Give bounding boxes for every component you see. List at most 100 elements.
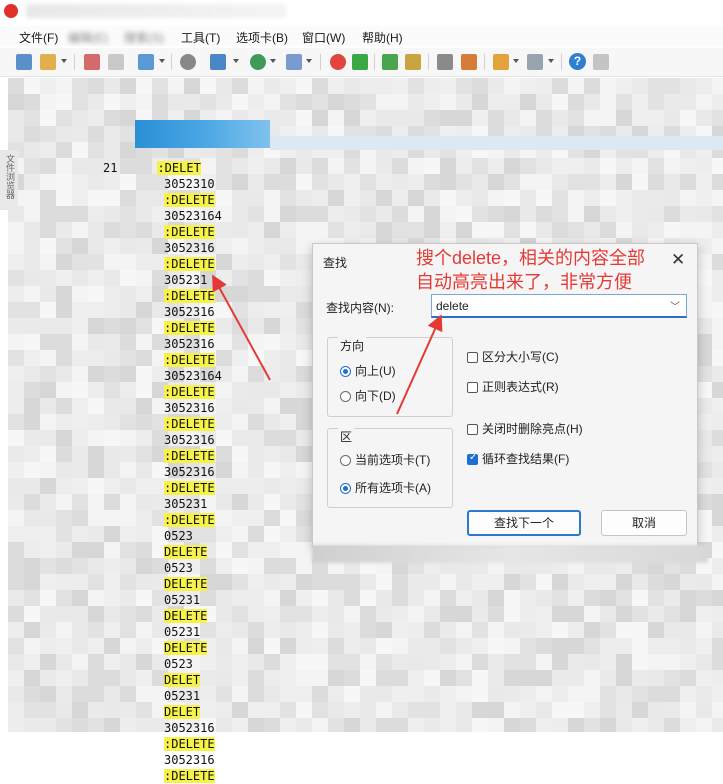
mosaic-tile [136, 414, 152, 430]
mosaic-tile [712, 574, 723, 590]
chevron-down-icon[interactable]: ﹀ [670, 298, 680, 313]
find-icon[interactable] [180, 54, 196, 70]
replace-icon[interactable] [210, 54, 226, 70]
mosaic-tile [648, 590, 664, 606]
mosaic-tile [24, 718, 40, 732]
mosaic-tile [504, 158, 520, 174]
plugin-icon[interactable] [352, 54, 368, 70]
mosaic-tile [40, 446, 56, 462]
comment-icon[interactable] [593, 54, 609, 70]
menu-file[interactable]: 文件(F) [19, 29, 58, 46]
mosaic-tile [120, 478, 136, 494]
mosaic-tile [376, 78, 392, 94]
mosaic-tile [56, 238, 72, 254]
mosaic-tile [40, 686, 56, 702]
mosaic-tile [680, 638, 696, 654]
globe-icon[interactable] [250, 54, 266, 70]
mosaic-tile [264, 686, 280, 702]
mosaic-tile [296, 654, 312, 670]
checkbox-match-case[interactable]: 区分大小写(C) [467, 348, 559, 365]
radio-direction-down[interactable]: 向下(D) [340, 387, 396, 404]
mosaic-tile [280, 318, 296, 334]
mosaic-tile [472, 606, 488, 622]
mosaic-tile [120, 126, 136, 142]
keyboard-icon[interactable] [437, 54, 453, 70]
mosaic-tile [72, 446, 88, 462]
save-icon[interactable] [84, 54, 100, 70]
find-input[interactable]: delete ﹀ [431, 294, 687, 318]
mosaic-tile [200, 670, 216, 686]
mosaic-tile [648, 670, 664, 686]
annotation-line-2: 自动高亮出来了，非常方便 [416, 272, 632, 292]
layout-icon[interactable] [527, 54, 543, 70]
mosaic-tile [264, 158, 280, 174]
mosaic-tile [456, 622, 472, 638]
mosaic-tile [136, 654, 152, 670]
mosaic-tile [248, 446, 264, 462]
active-tab-blurred[interactable] [135, 120, 270, 148]
radio-scope-all-tabs[interactable]: 所有选项卡(A) [340, 479, 431, 496]
lock-icon[interactable] [405, 54, 421, 70]
mosaic-tile [680, 686, 696, 702]
cancel-button[interactable]: 取消 [601, 510, 687, 536]
target-icon[interactable] [330, 54, 346, 70]
paste-icon[interactable] [138, 54, 154, 70]
fullscreen-icon[interactable] [382, 54, 398, 70]
mosaic-tile [24, 126, 40, 142]
mosaic-tile [120, 366, 136, 382]
mosaic-tile [248, 190, 264, 206]
mosaic-tile [344, 206, 360, 222]
mosaic-tile [712, 414, 723, 430]
menu-tools[interactable]: 工具(T) [181, 29, 220, 46]
search-highlight: :DELETE [164, 417, 215, 431]
edit-icon[interactable] [461, 54, 477, 70]
font-icon[interactable] [286, 54, 302, 70]
mosaic-tile [360, 222, 376, 238]
mosaic-tile [376, 222, 392, 238]
mosaic-tile [216, 670, 232, 686]
close-icon[interactable]: ✕ [671, 250, 685, 270]
mosaic-tile [408, 574, 424, 590]
mosaic-tile [568, 638, 584, 654]
mosaic-tile [248, 350, 264, 366]
find-next-button[interactable]: 查找下一个 [467, 510, 581, 536]
mosaic-tile [56, 654, 72, 670]
mosaic-tile [488, 606, 504, 622]
new-file-icon[interactable] [16, 54, 32, 70]
checkbox-wrap-around[interactable]: 循环查找结果(F) [467, 450, 569, 467]
mosaic-tile [232, 718, 248, 732]
mosaic-tile [232, 510, 248, 526]
mosaic-tile [584, 670, 600, 686]
dialog-title: 查找 [323, 256, 348, 270]
mosaic-tile [24, 414, 40, 430]
menu-help[interactable]: 帮助(H) [362, 29, 403, 46]
checkbox-clear-highlights[interactable]: 关闭时删除亮点(H) [467, 420, 583, 437]
mosaic-tile [88, 158, 104, 174]
mosaic-tile [136, 382, 152, 398]
mosaic-tile [280, 478, 296, 494]
mosaic-tile [712, 670, 723, 686]
help-icon[interactable]: ? [569, 53, 586, 70]
mosaic-tile [120, 654, 136, 670]
radio-direction-up[interactable]: 向上(U) [340, 362, 396, 379]
mosaic-tile [568, 718, 584, 732]
mosaic-tile [136, 190, 152, 206]
mosaic-tile [216, 478, 232, 494]
mosaic-tile [552, 702, 568, 718]
mosaic-tile [280, 94, 296, 110]
menu-window[interactable]: 窗口(W) [302, 29, 345, 46]
mosaic-tile [24, 222, 40, 238]
menu-search[interactable]: 搜索(S) [124, 29, 164, 46]
mosaic-tile [280, 110, 296, 126]
add-tab-icon[interactable] [493, 54, 509, 70]
menu-edit[interactable]: 编辑(E) [68, 29, 108, 46]
open-folder-icon[interactable] [40, 54, 56, 70]
checkbox-regex[interactable]: 正则表达式(R) [467, 378, 559, 395]
radio-scope-current-tab[interactable]: 当前选项卡(T) [340, 451, 430, 468]
mosaic-tile [488, 590, 504, 606]
copy-icon[interactable] [108, 54, 124, 70]
side-panel-tab[interactable]: 文件浏览器 [0, 150, 18, 210]
menu-tabs[interactable]: 选项卡(B) [236, 29, 288, 46]
mosaic-tile [600, 574, 616, 590]
mosaic-tile [600, 702, 616, 718]
